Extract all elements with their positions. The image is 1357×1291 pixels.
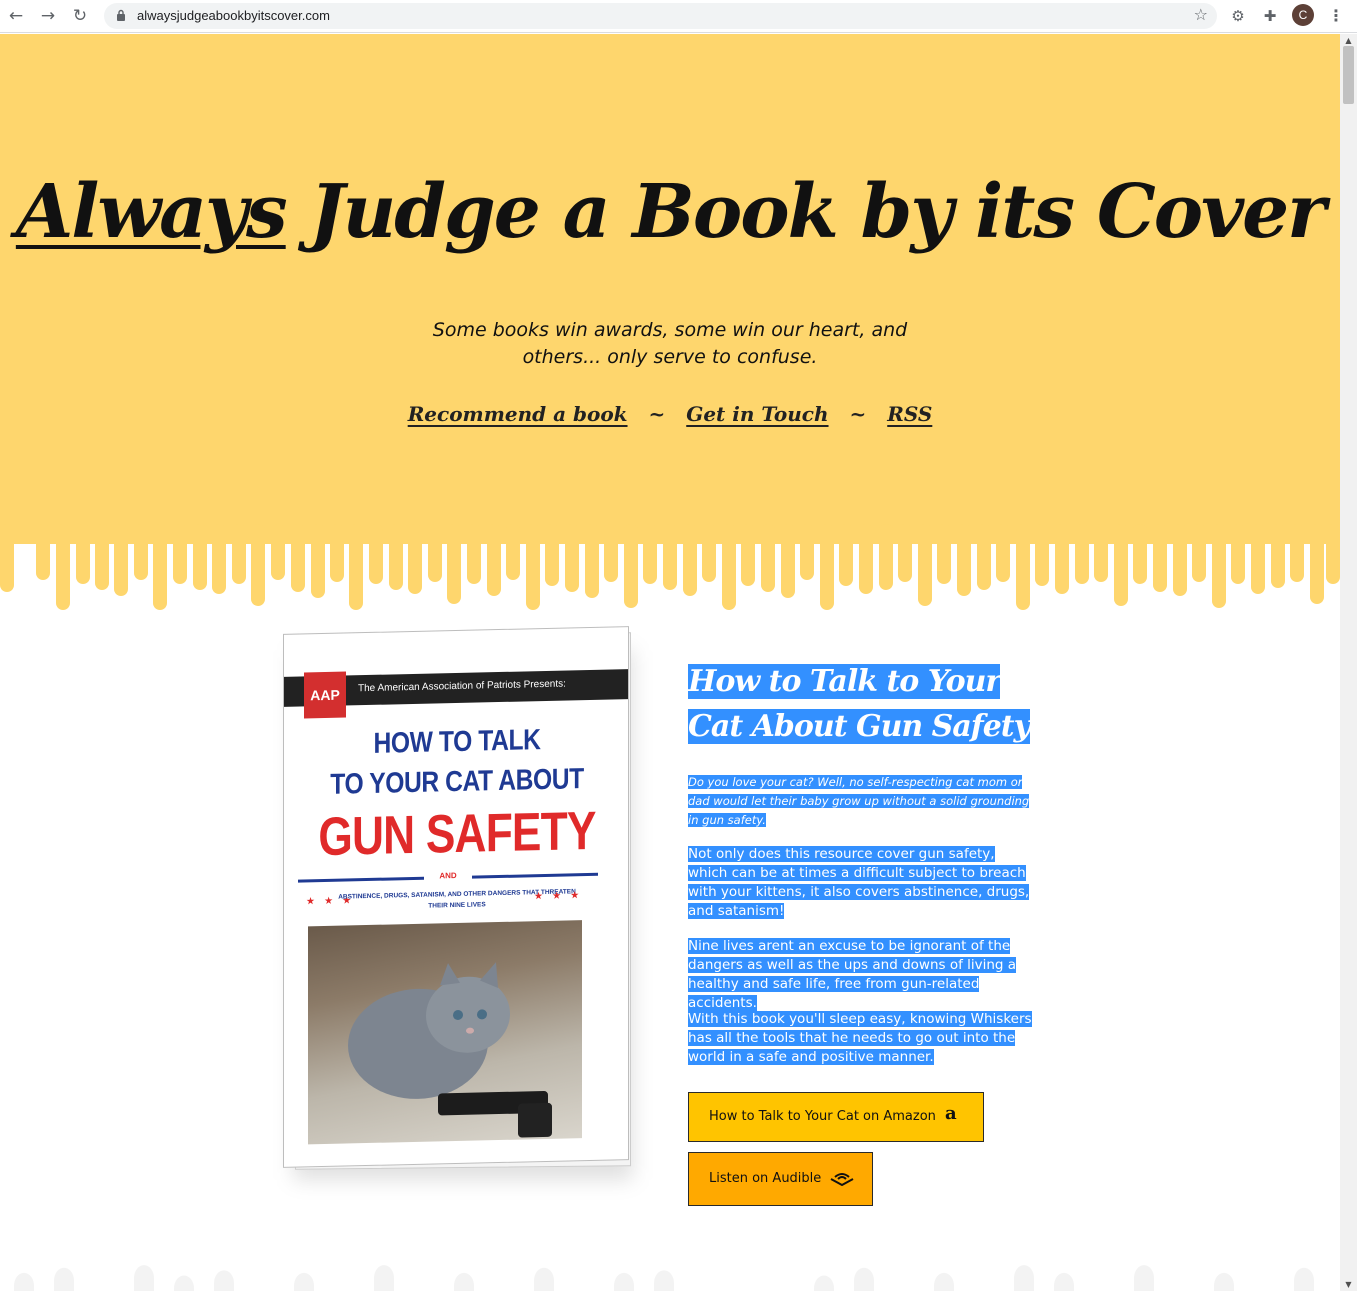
profile-avatar[interactable]: C (1292, 4, 1314, 26)
audible-icon (830, 1173, 854, 1186)
cover-and: AND (439, 870, 457, 881)
bookmark-star-icon[interactable]: ☆ (1194, 5, 1208, 24)
book-title: How to Talk to Your Cat About Gun Safety (688, 664, 1031, 744)
cover-title-line1: HOW TO TALK (373, 724, 541, 760)
forward-icon[interactable]: → (37, 5, 59, 27)
nav-separator: ~ (849, 402, 867, 426)
cover-title-line2: TO YOUR CAT ABOUT (330, 763, 584, 801)
cover-stars-right: ★ ★ ★ (534, 890, 583, 903)
header-nav: Recommend a book ~ Get in Touch ~ RSS (0, 402, 1340, 426)
nav-separator: ~ (648, 402, 666, 426)
cover-title-line3: GUN SAFETY (318, 800, 596, 868)
book-front: AAP The American Association of Patriots… (283, 626, 629, 1168)
url-text: alwaysjudgeabookbyitscover.com (137, 8, 330, 23)
hero-header (0, 34, 1340, 544)
lock-icon (117, 9, 125, 21)
reload-icon[interactable]: ↻ (69, 5, 91, 27)
scrollbar-thumb[interactable] (1343, 46, 1354, 104)
audible-button[interactable]: Listen on Audible (688, 1152, 873, 1206)
extension-gear-icon[interactable]: ⚙ (1228, 6, 1248, 26)
page-viewport: Always Judge a Book by its Cover Some bo… (0, 34, 1340, 1291)
browser-menu-icon[interactable]: ⋮ (1326, 6, 1346, 26)
scroll-down-arrow-icon[interactable]: ▼ (1344, 1280, 1353, 1289)
browser-toolbar: ← → ↻ alwaysjudgeabookbyitscover.com ☆ ⚙… (0, 0, 1357, 33)
kitten-photo (308, 920, 582, 1145)
drip-border (0, 524, 1340, 610)
nav-get-in-touch[interactable]: Get in Touch (686, 402, 828, 426)
book-paragraph: With this book you'll sleep easy, knowin… (688, 1011, 1032, 1065)
publisher-logo: AAP (304, 671, 346, 719)
book-paragraph: Not only does this resource cover gun sa… (688, 846, 1030, 919)
nav-rss[interactable]: RSS (887, 402, 932, 426)
site-title: Always Judge a Book by its Cover (0, 162, 1340, 262)
address-bar[interactable]: alwaysjudgeabookbyitscover.com ☆ (104, 3, 1217, 29)
title-rest: Judge a Book by its Cover (309, 169, 1326, 255)
audible-button-label: Listen on Audible (709, 1171, 822, 1186)
site-tagline: Some books win awards, some win our hear… (432, 319, 908, 368)
cover-rule: AND (298, 868, 598, 887)
amazon-button[interactable]: How to Talk to Your Cat on Amazon a (688, 1092, 984, 1142)
nav-recommend-book[interactable]: Recommend a book (408, 402, 628, 426)
book-paragraph: Nine lives arent an excuse to be ignoran… (688, 938, 1017, 1011)
bottom-drip-border (14, 1265, 1314, 1291)
extensions-puzzle-icon[interactable]: ✚ (1260, 6, 1280, 26)
page-scrollbar[interactable]: ▲ ▼ (1340, 34, 1357, 1291)
title-emphasis[interactable]: Always (16, 169, 288, 255)
back-icon[interactable]: ← (5, 5, 27, 27)
amazon-icon: a (945, 1103, 957, 1124)
book-cover: AAP The American Association of Patriots… (283, 626, 633, 1180)
book-intro: Do you love your cat? Well, no self-resp… (688, 775, 1030, 827)
scroll-up-arrow-icon[interactable]: ▲ (1344, 36, 1353, 45)
amazon-button-label: How to Talk to Your Cat on Amazon (709, 1109, 936, 1124)
